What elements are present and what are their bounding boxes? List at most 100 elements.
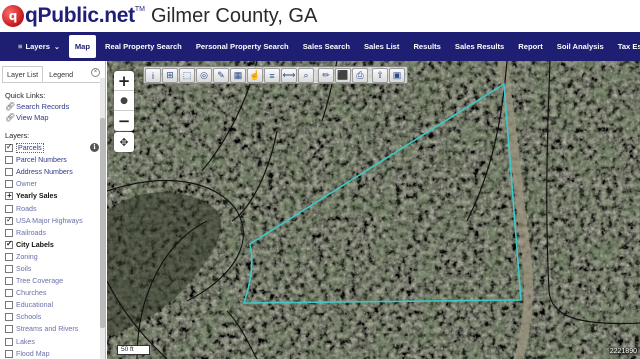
layer-sidebar: Layer List Legend × Quick Links: 🔗︎ Searc… [0,61,106,359]
layer-checkbox[interactable] [5,239,13,249]
layer-flood-map[interactable]: Flood Map [5,348,105,359]
layer-checkbox[interactable] [5,215,13,225]
layer-streams-and-rivers[interactable]: Streams and Rivers [5,323,105,335]
nav-label: Soil Analysis [556,42,604,51]
nav-label: Layers [25,42,50,51]
layer-label: Flood Map [16,349,50,358]
erase-tool-icon[interactable]: ✎ [213,68,229,83]
export-tool-icon[interactable]: ⇪ [372,68,388,83]
nav-sales-results[interactable]: Sales Results [448,32,511,61]
map-view[interactable]: + ● − ✥ i ⊞ ⬚ ◎ ✎ ▦ ☝ ≡ ⟷ ⌕ ✏ ⬛ ⎙ ⇪ ▣ 50 ft 2221890 [107,61,640,359]
tab-layer-list[interactable]: Layer List [2,66,44,82]
layer-checkbox[interactable] [5,168,13,177]
layer-railroads[interactable]: Railroads [5,227,105,239]
layer-checkbox[interactable] [5,228,13,237]
nav-sales-list[interactable]: Sales List [357,32,406,61]
nav-sales-search[interactable]: Sales Search [296,32,357,61]
app-header: q qPublic.net TM Gilmer County, GA [0,0,640,32]
layer-checkbox[interactable] [5,142,13,153]
layer-schools[interactable]: Schools [5,311,105,323]
layer-usa-major-highways[interactable]: USA Major Highways [5,215,105,227]
chevron-down-icon: ⌄ [53,43,60,51]
layer-checkbox[interactable] [5,156,13,165]
layers-icon: ≡ [18,42,23,51]
layer-educational[interactable]: Educational [5,299,105,311]
link-icon: 🔗︎ [5,112,16,122]
layer-address-numbers[interactable]: Address Numbers [5,166,105,178]
nav-label: Real Property Search [105,42,182,51]
layer-churches[interactable]: Churches [5,287,105,299]
zoom-out-button[interactable]: − [114,111,134,131]
search-tool-icon[interactable]: ⌕ [298,68,314,83]
layer-checkbox[interactable] [5,252,13,261]
layer-label: Zoning [16,252,38,261]
markup-tool-icon[interactable]: ⬛ [335,68,351,83]
tab-legend[interactable]: Legend [44,66,79,82]
scrollbar-thumb[interactable] [100,118,105,328]
close-icon[interactable]: × [91,68,100,77]
info-tool-icon[interactable]: i [145,68,161,83]
layer-parcels[interactable]: Parcels i [5,142,105,154]
layer-checkbox[interactable] [5,277,13,286]
layer-checkbox[interactable] [5,313,13,322]
layer-lakes[interactable]: Lakes [5,336,105,348]
layer-tree-coverage[interactable]: Tree Coverage [5,275,105,287]
select-tool-icon[interactable]: ⬚ [179,68,195,83]
pan-icon[interactable]: ✥ [114,132,134,152]
quick-link-search-records[interactable]: 🔗︎ Search Records [5,102,105,113]
quick-link-label: Search Records [16,102,70,111]
sidebar-scrollbar[interactable] [100,78,105,359]
print-tool-icon[interactable]: ⎙ [352,68,368,83]
sidebar-tabs: Layer List Legend × [2,66,100,83]
quick-links-heading: Quick Links: [5,91,46,100]
nav-report[interactable]: Report [511,32,549,61]
layer-yearly-sales[interactable]: Yearly Sales [5,190,105,202]
nav-personal-property-search[interactable]: Personal Property Search [189,32,296,61]
layer-checkbox[interactable] [5,325,13,334]
logo-text: qPublic.net [25,4,135,27]
map-toolbar: i ⊞ ⬚ ◎ ✎ ▦ ☝ ≡ ⟷ ⌕ ✏ ⬛ ⎙ ⇪ ▣ [143,66,408,84]
nav-map[interactable]: Map [68,35,96,58]
layer-label: Yearly Sales [16,192,58,201]
layer-zoning[interactable]: Zoning [5,251,105,263]
nav-real-property-search[interactable]: Real Property Search [98,32,189,61]
layer-checkbox[interactable] [5,301,13,310]
buffer-tool-icon[interactable]: ◎ [196,68,212,83]
layer-label: Lakes [16,337,35,346]
zoom-control: + ● − [114,71,134,131]
layer-label: Parcel Numbers [16,156,67,165]
info-icon[interactable]: i [90,143,99,152]
layer-checkbox[interactable] [5,337,13,346]
measure-tool-icon[interactable]: ⟷ [281,68,297,83]
nav-soil-analysis[interactable]: Soil Analysis [550,32,611,61]
draw-tool-icon[interactable]: ✏ [318,68,334,83]
nav-label: Sales List [363,42,400,51]
nav-results[interactable]: Results [406,32,447,61]
layer-label: Educational [16,301,54,310]
layers-tool-icon[interactable]: ≡ [264,68,280,83]
main-nav: ≡ Layers ⌄ Map Real Property Search Personal … [0,32,640,61]
zoom-in-button[interactable]: + [114,71,134,91]
parcel-id-label: 2221890 [608,348,638,355]
layer-city-labels[interactable]: City Labels [5,239,105,251]
qpublic-logo[interactable]: q qPublic.net TM [2,4,145,28]
layer-checkbox[interactable] [5,289,13,298]
nav-layers[interactable]: ≡ Layers ⌄ [0,32,67,61]
layer-checkbox[interactable] [5,180,13,189]
layer-checkbox[interactable] [5,204,13,213]
layer-checkbox[interactable] [5,264,13,273]
layer-checkbox[interactable] [5,349,13,358]
quick-link-view-map[interactable]: 🔗︎ View Map [5,113,105,124]
layer-parcel-numbers[interactable]: Parcel Numbers [5,154,105,166]
layer-owner[interactable]: Owner [5,178,105,190]
layer-roads[interactable]: Roads [5,202,105,214]
grid-tool-icon[interactable]: ▦ [230,68,246,83]
layer-label: Parcels [16,143,44,154]
layer-soils[interactable]: Soils [5,263,105,275]
identify-tool-icon[interactable]: ⊞ [162,68,178,83]
globe-icon[interactable]: ● [114,91,134,111]
pointer-tool-icon[interactable]: ☝ [247,68,263,83]
save-tool-icon[interactable]: ▣ [389,68,405,83]
nav-tax-estimator[interactable]: Tax Estimator [611,32,640,61]
expand-toggle[interactable] [5,191,13,201]
